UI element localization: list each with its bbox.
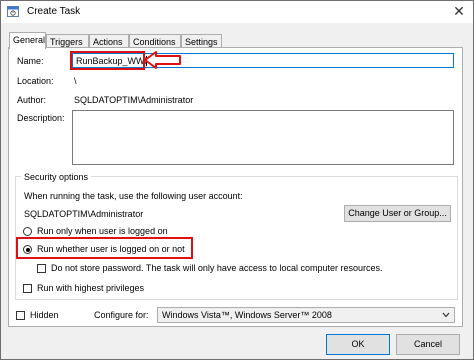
configure-for-value: Windows Vista™, Windows Server™ 2008 bbox=[162, 310, 332, 320]
red-arrow-icon bbox=[144, 51, 181, 69]
author-value: SQLDATOPTIM\Administrator bbox=[74, 95, 194, 105]
description-label: Description: bbox=[17, 113, 65, 123]
location-value: \ bbox=[74, 76, 77, 86]
title-bar: Create Task ✕ bbox=[1, 1, 473, 23]
option-logged-on-label: Run only when user is logged on bbox=[37, 226, 168, 236]
tab-triggers[interactable]: Triggers bbox=[46, 34, 89, 48]
location-label: Location: bbox=[17, 76, 54, 86]
task-scheduler-icon bbox=[7, 6, 19, 17]
do-not-store-password-label: Do not store password. The task will onl… bbox=[51, 263, 383, 273]
change-user-button[interactable]: Change User or Group... bbox=[344, 205, 451, 222]
close-icon[interactable]: ✕ bbox=[451, 3, 467, 19]
tab-settings[interactable]: Settings bbox=[181, 34, 222, 48]
window-title: Create Task bbox=[27, 6, 81, 17]
name-highlight-box bbox=[70, 51, 145, 70]
configure-for-select[interactable]: Windows Vista™, Windows Server™ 2008 bbox=[157, 307, 455, 323]
name-label: Name: bbox=[17, 56, 44, 66]
highest-privileges-checkbox[interactable] bbox=[23, 284, 32, 293]
chevron-down-icon bbox=[442, 312, 450, 318]
radio-whether-logged-on[interactable] bbox=[23, 245, 32, 254]
cancel-button[interactable]: Cancel bbox=[396, 334, 460, 355]
tab-general[interactable]: General bbox=[9, 32, 46, 49]
account-value: SQLDATOPTIM\Administrator bbox=[24, 209, 144, 219]
author-label: Author: bbox=[17, 95, 47, 105]
tab-actions[interactable]: Actions bbox=[89, 34, 129, 48]
account-prompt: When running the task, use the following… bbox=[24, 191, 243, 201]
hidden-checkbox[interactable] bbox=[16, 311, 25, 320]
radio-logged-on[interactable] bbox=[23, 227, 32, 236]
configure-for-label: Configure for: bbox=[94, 310, 149, 320]
highest-privileges-label: Run with highest privileges bbox=[37, 283, 145, 293]
description-field[interactable] bbox=[72, 110, 454, 165]
do-not-store-password-checkbox[interactable] bbox=[37, 264, 46, 273]
option-whether-label: Run whether user is logged on or not bbox=[37, 244, 185, 254]
security-options-title: Security options bbox=[21, 172, 92, 182]
hidden-label: Hidden bbox=[30, 310, 59, 320]
tab-conditions[interactable]: Conditions bbox=[129, 34, 181, 48]
ok-button[interactable]: OK bbox=[326, 334, 390, 355]
